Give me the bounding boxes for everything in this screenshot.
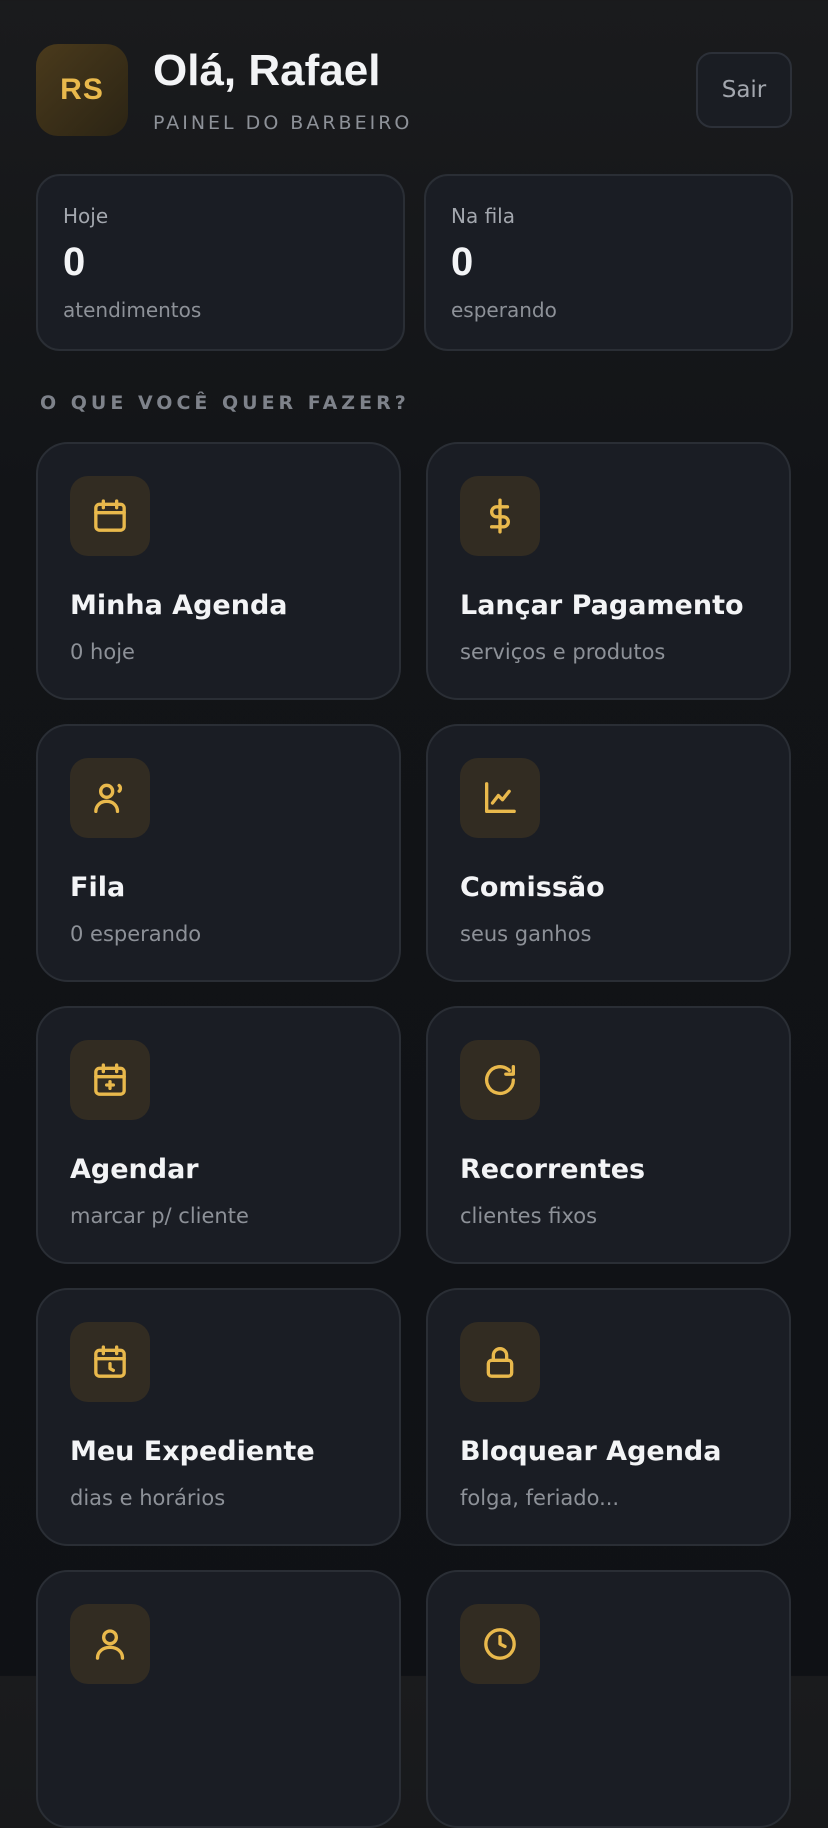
action-desc: serviços e produtos <box>460 640 666 664</box>
action-card-block-agenda[interactable]: Bloquear Agenda folga, feriado... <box>426 1288 791 1546</box>
stat-label: Hoje <box>63 204 109 228</box>
stat-value: 0 <box>63 240 86 284</box>
action-title: Lançar Pagamento <box>460 590 744 621</box>
action-desc: dias e horários <box>70 1486 226 1510</box>
user-queue-icon <box>70 758 150 838</box>
clock-icon <box>460 1604 540 1684</box>
action-title: Fila <box>70 872 126 903</box>
action-card-queue[interactable]: Fila 0 esperando <box>36 724 401 982</box>
action-title: Agendar <box>70 1154 199 1185</box>
dollar-icon <box>460 476 540 556</box>
action-card-history[interactable] <box>426 1570 791 1828</box>
stat-card-queue: Na fila 0 esperando <box>424 174 793 351</box>
action-card-agenda[interactable]: Minha Agenda 0 hoje <box>36 442 401 700</box>
action-desc: seus ganhos <box>460 922 592 946</box>
stat-card-today: Hoje 0 atendimentos <box>36 174 405 351</box>
chart-line-icon <box>460 758 540 838</box>
user-icon <box>70 1604 150 1684</box>
action-desc: 0 esperando <box>70 922 202 946</box>
refresh-icon <box>460 1040 540 1120</box>
page-subtitle: PAINEL DO BARBEIRO <box>153 112 413 134</box>
calendar-plus-icon <box>70 1040 150 1120</box>
action-card-profile[interactable] <box>36 1570 401 1828</box>
action-desc: 0 hoje <box>70 640 135 664</box>
stat-unit: esperando <box>451 298 557 322</box>
action-card-commission[interactable]: Comissão seus ganhos <box>426 724 791 982</box>
action-title: Recorrentes <box>460 1154 646 1185</box>
logout-button[interactable]: Sair <box>696 52 792 128</box>
action-title: Bloquear Agenda <box>460 1436 722 1467</box>
calendar-icon <box>70 476 150 556</box>
action-card-work-hours[interactable]: Meu Expediente dias e horários <box>36 1288 401 1546</box>
action-card-schedule[interactable]: Agendar marcar p/ cliente <box>36 1006 401 1264</box>
action-card-recurring[interactable]: Recorrentes clientes fixos <box>426 1006 791 1264</box>
header: RS Olá, Rafael PAINEL DO BARBEIRO Sair <box>36 44 792 136</box>
calendar-clock-icon <box>70 1322 150 1402</box>
greeting-title: Olá, Rafael <box>153 46 381 95</box>
avatar: RS <box>36 44 128 136</box>
action-desc: clientes fixos <box>460 1204 598 1228</box>
action-desc: marcar p/ cliente <box>70 1204 249 1228</box>
section-title: O QUE VOCÊ QUER FAZER? <box>40 392 410 414</box>
action-title: Meu Expediente <box>70 1436 315 1467</box>
action-desc: folga, feriado... <box>460 1486 620 1510</box>
stat-unit: atendimentos <box>63 298 202 322</box>
stat-label: Na fila <box>451 204 515 228</box>
action-title: Minha Agenda <box>70 590 288 621</box>
lock-icon <box>460 1322 540 1402</box>
action-card-payment[interactable]: Lançar Pagamento serviços e produtos <box>426 442 791 700</box>
stat-value: 0 <box>451 240 474 284</box>
action-title: Comissão <box>460 872 605 903</box>
